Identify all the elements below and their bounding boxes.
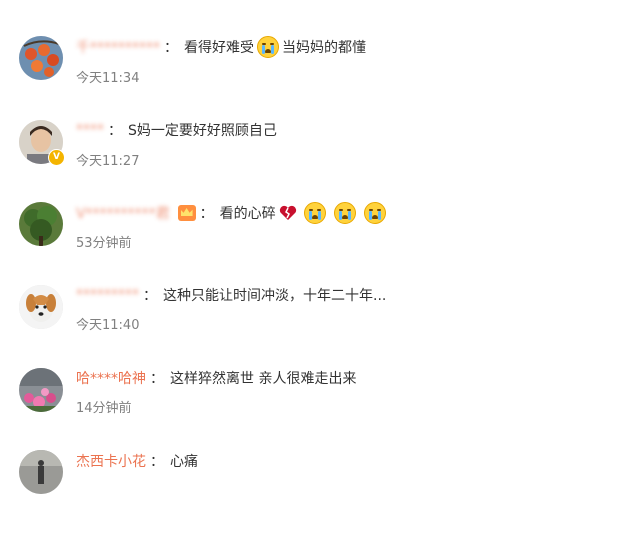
comment-text: 这样猝然离世 亲人很难走出来 xyxy=(170,371,357,387)
comment-item: V**********君 ： 看的心碎 53分钟前 xyxy=(0,201,640,285)
street-avatar-image xyxy=(19,450,63,494)
user-avatar[interactable] xyxy=(19,285,63,329)
comment-time: 14分钟前 xyxy=(76,401,132,416)
user-avatar[interactable] xyxy=(19,36,63,80)
broken-heart-icon xyxy=(279,205,296,220)
crying-face-icon xyxy=(333,202,356,224)
crying-face-icon xyxy=(303,202,326,224)
comment-line: **** ： S妈一定要好好照顾自己 xyxy=(76,119,277,141)
comment-time: 今天11:34 xyxy=(76,71,140,86)
comment-item: V **** ： S妈一定要好好照顾自己 今天11:27 xyxy=(0,118,640,202)
comment-item: 哈****哈神 ： 这样猝然离世 亲人很难走出来 14分钟前 xyxy=(0,367,640,451)
comment-text: 看得好难受 xyxy=(184,40,254,56)
crying-face-icon xyxy=(363,202,386,224)
comment-line: 千********** ： 看得好难受 当妈妈的都懂 xyxy=(76,36,366,58)
comment-line: ********* ： 这种只能让时间冲淡，十年二十年... xyxy=(76,284,386,306)
comment-line: 哈****哈神 ： 这样猝然离世 亲人很难走出来 xyxy=(76,367,356,389)
comment-line: V**********君 ： 看的心碎 xyxy=(76,202,390,224)
crown-icon xyxy=(177,205,196,221)
crying-face-icon xyxy=(257,36,279,58)
flowers-avatar-image xyxy=(19,368,63,412)
username-link[interactable]: 千********** xyxy=(76,37,160,57)
dog-avatar-image xyxy=(19,285,63,329)
comment-line: 杰西卡小花 ： 心痛 xyxy=(76,450,198,472)
comment-time: 今天11:40 xyxy=(76,318,140,333)
user-avatar[interactable] xyxy=(19,450,63,494)
persimmons-avatar-image xyxy=(19,36,63,80)
separator: ： xyxy=(164,40,178,56)
comment-text: 看的心碎 xyxy=(219,206,276,222)
comment-item: 千********** ： 看得好难受 当妈妈的都懂 今天11:34 xyxy=(0,34,640,118)
comment-time: 今天11:27 xyxy=(76,154,140,169)
separator: ： xyxy=(150,371,164,387)
separator: ： xyxy=(150,454,164,470)
separator: ： xyxy=(199,206,214,222)
verified-badge: V xyxy=(48,149,65,166)
username-link[interactable]: 哈****哈神 xyxy=(76,368,146,388)
username-link[interactable]: V**********君 xyxy=(76,203,170,223)
comment-item: ********* ： 这种只能让时间冲淡，十年二十年... 今天11:40 xyxy=(0,284,640,368)
user-avatar[interactable] xyxy=(19,368,63,412)
username-link[interactable]: ********* xyxy=(76,287,139,303)
comment-text: S妈一定要好好照顾自己 xyxy=(128,123,277,139)
comment-text: 当妈妈的都懂 xyxy=(282,40,366,56)
comment-text: 心痛 xyxy=(170,454,198,470)
separator: ： xyxy=(143,288,157,304)
comment-item: 杰西卡小花 ： 心痛 xyxy=(0,449,640,533)
username-link[interactable]: 杰西卡小花 xyxy=(76,451,146,471)
comment-time: 53分钟前 xyxy=(76,236,132,251)
tree-avatar-image xyxy=(19,202,63,246)
username-link[interactable]: **** xyxy=(76,122,104,138)
separator: ： xyxy=(108,123,122,139)
comment-text: 这种只能让时间冲淡，十年二十年... xyxy=(163,288,387,304)
user-avatar[interactable] xyxy=(19,202,63,246)
